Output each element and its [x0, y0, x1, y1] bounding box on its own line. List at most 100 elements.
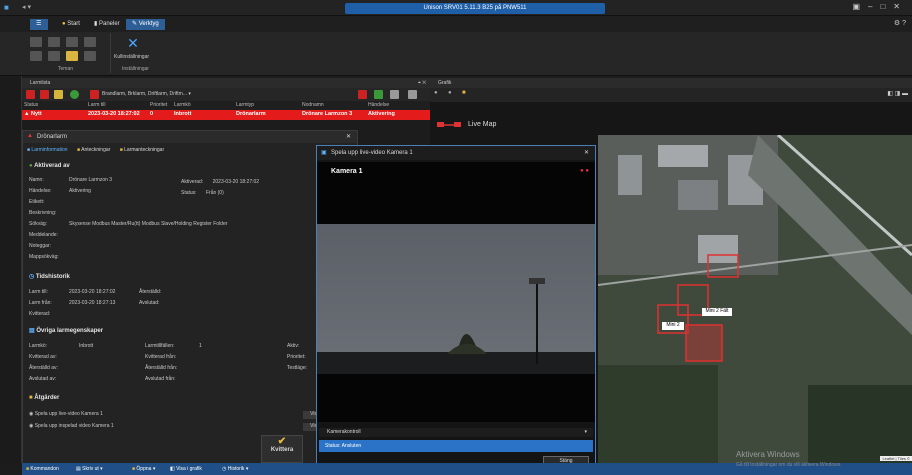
col-priority[interactable]: Prioritet [150, 102, 167, 108]
clock-icon: ◷ [29, 274, 35, 280]
back-icon[interactable]: ● [434, 90, 438, 96]
tool-icon[interactable] [408, 90, 417, 99]
history-row: Larm från: 2023-03-20 18:27:13 Avslutad: [29, 300, 229, 309]
folder-icon: ■ [76, 147, 80, 153]
wrench-icon[interactable]: ✕ [122, 35, 144, 53]
graphics-title: Grafik [438, 80, 452, 86]
col-queue[interactable]: Larmkö [174, 102, 191, 108]
alarm-type: Drönarlarm [236, 111, 266, 117]
acknowledge-button[interactable]: ✔ Kvittera [261, 435, 303, 463]
section-actions: ■ Åtgärder [29, 395, 59, 405]
theme-icon[interactable] [48, 37, 60, 47]
field-label: Mappsökväg: [29, 254, 59, 260]
tab-verktyg[interactable]: ✎ Verktyg [126, 19, 165, 30]
prop-value: Inbrott [79, 343, 94, 349]
map-marker-label[interactable]: Mini 2 Fält [702, 308, 732, 316]
ribbon-divider [110, 33, 111, 73]
dialog-title: Drönarlarm [37, 134, 68, 140]
folder-icon[interactable]: ■ [462, 90, 466, 96]
open-button[interactable]: ■ Öppna ▾ [132, 466, 155, 472]
graphics-toolbar: ● ● ■ ◧ ◨ ▬ [430, 88, 912, 102]
theme-icon[interactable] [66, 51, 78, 61]
alarm-filter-icon[interactable] [40, 90, 49, 99]
theme-icon[interactable] [84, 37, 96, 47]
theme-icon[interactable] [30, 51, 42, 61]
history-label2: Avslutad: [139, 300, 160, 306]
tab-alarm-notes[interactable]: ■ Larmanteckningar [120, 147, 164, 153]
video-icon: ▣ [321, 150, 327, 156]
map-marker-label[interactable]: Mini 2 [662, 322, 684, 330]
commands-button[interactable]: ■ Kommandon [26, 466, 59, 472]
history-icon: ◷ [222, 466, 227, 472]
app-icon[interactable]: ■ [4, 3, 14, 12]
panel-controls[interactable]: ⌖ ✕ [418, 78, 426, 88]
list-icon: ▤ [29, 328, 35, 334]
alarm-action-icon[interactable] [358, 90, 367, 99]
quick-access-arrows[interactable]: ◂ ▾ [22, 3, 31, 11]
col-type[interactable]: Larmtyp [236, 102, 254, 108]
ok-icon[interactable] [70, 90, 79, 99]
alarm-icon[interactable] [26, 90, 35, 99]
tab-notes-label: Anteckningar [81, 147, 111, 153]
forward-icon[interactable]: ● [448, 90, 452, 96]
alarm-row[interactable]: ▲ Nytt 2023-03-20 18:27:02 0 Inbrott Drö… [22, 110, 430, 120]
history-button[interactable]: ◷ Historik ▾ [222, 466, 248, 472]
close-icon[interactable]: ✕ [346, 133, 351, 140]
theme-icon[interactable] [66, 37, 78, 47]
col-event[interactable]: Händelse [368, 102, 389, 108]
tab-alarm-notes-label: Larmanteckningar [124, 147, 165, 153]
settings-button-label[interactable]: Kullinställningar [114, 54, 149, 60]
check-icon: ✔ [277, 436, 287, 447]
filter-dropdown[interactable]: Brandlarm, Brklarm, Driftlarm, Driftm...… [102, 91, 232, 99]
filter-dropdown-text: Brandlarm, Brklarm, Driftlarm, Driftm... [102, 91, 188, 97]
filter-icon[interactable] [90, 90, 99, 99]
field-row: Händelse: Aktivering [29, 188, 179, 197]
open-icon: ■ [132, 466, 136, 472]
activated-label: Aktiverad: [181, 179, 204, 185]
camera-label: Kamera 1 [331, 168, 363, 175]
field-value: Aktivering [69, 188, 91, 194]
activation-watermark-title: Aktivera Windows [736, 450, 800, 459]
section-activated-by: ● Aktiverad av [29, 163, 70, 173]
col-node[interactable]: Nodnamn [302, 102, 324, 108]
info-icon: ■ [27, 147, 31, 153]
activated-at: Aktiverad: 2023-03-20 18:27:02 [181, 179, 259, 188]
tab-start[interactable]: ● Start [56, 19, 86, 30]
map-attribution[interactable]: Leaflet | Tiles © [880, 456, 912, 461]
aerial-map[interactable] [597, 133, 912, 463]
tab-start-label: Start [67, 21, 80, 27]
alarm-toolbar: Brandlarm, Brklarm, Driftlarm, Driftm...… [22, 88, 430, 101]
alarm-status: Nytt [30, 111, 42, 117]
arrow-up-icon[interactable] [374, 90, 383, 99]
action-row-live[interactable]: ◉ Spela upp live-video Kamera 1 Visa [29, 411, 349, 420]
theme-icon[interactable] [48, 51, 60, 61]
action-row-recorded[interactable]: ◉ Spela upp inspelad video Kamera 1 Visa [29, 423, 349, 432]
window-controls[interactable]: ▣–□✕ [852, 2, 908, 11]
live-map-icon [436, 120, 464, 130]
file-tab[interactable]: ☰ [30, 19, 48, 30]
alarm-list-title: Larmlista [30, 80, 51, 86]
theme-icon[interactable] [30, 37, 42, 47]
col-time[interactable]: Larm till [88, 102, 106, 108]
show-graphics-button[interactable]: ◧ Visa i grafik [170, 466, 202, 472]
col-status[interactable]: Status [24, 102, 38, 108]
graphics-tools[interactable]: ◧ ◨ ▬ [887, 90, 908, 97]
print-button[interactable]: ▤ Skriv ut ▾ [76, 466, 103, 472]
activation-watermark-subtitle: Gå till Inställningar om du vill aktiver… [736, 462, 842, 468]
camera-control-dropdown[interactable]: Kamerakontroll ▾ [319, 428, 593, 437]
video-feed[interactable]: Kamera 1 ● ● [317, 162, 595, 422]
theme-icon[interactable] [84, 51, 96, 61]
alarm-icon: ▲ [27, 133, 33, 139]
settings-icon[interactable] [390, 90, 399, 99]
ribbon: ✕ Kullinställningar Teman Inställningar [0, 32, 912, 76]
help-icon[interactable]: ⚙ ? [894, 19, 906, 27]
close-icon[interactable]: ✕ [584, 149, 589, 156]
check-icon[interactable] [54, 90, 63, 99]
alarm-event: Aktivering [368, 111, 395, 117]
section-props: ▤ Övriga larmegenskaper [29, 327, 103, 337]
tab-notes[interactable]: ■ Anteckningar [77, 147, 110, 153]
tab-paneler[interactable]: ▮ Paneler [88, 19, 126, 30]
tab-alarm-info[interactable]: ■ Larminformation [27, 147, 68, 153]
prop-label: Prioritet: [287, 354, 306, 360]
actions-icon: ■ [29, 395, 33, 401]
